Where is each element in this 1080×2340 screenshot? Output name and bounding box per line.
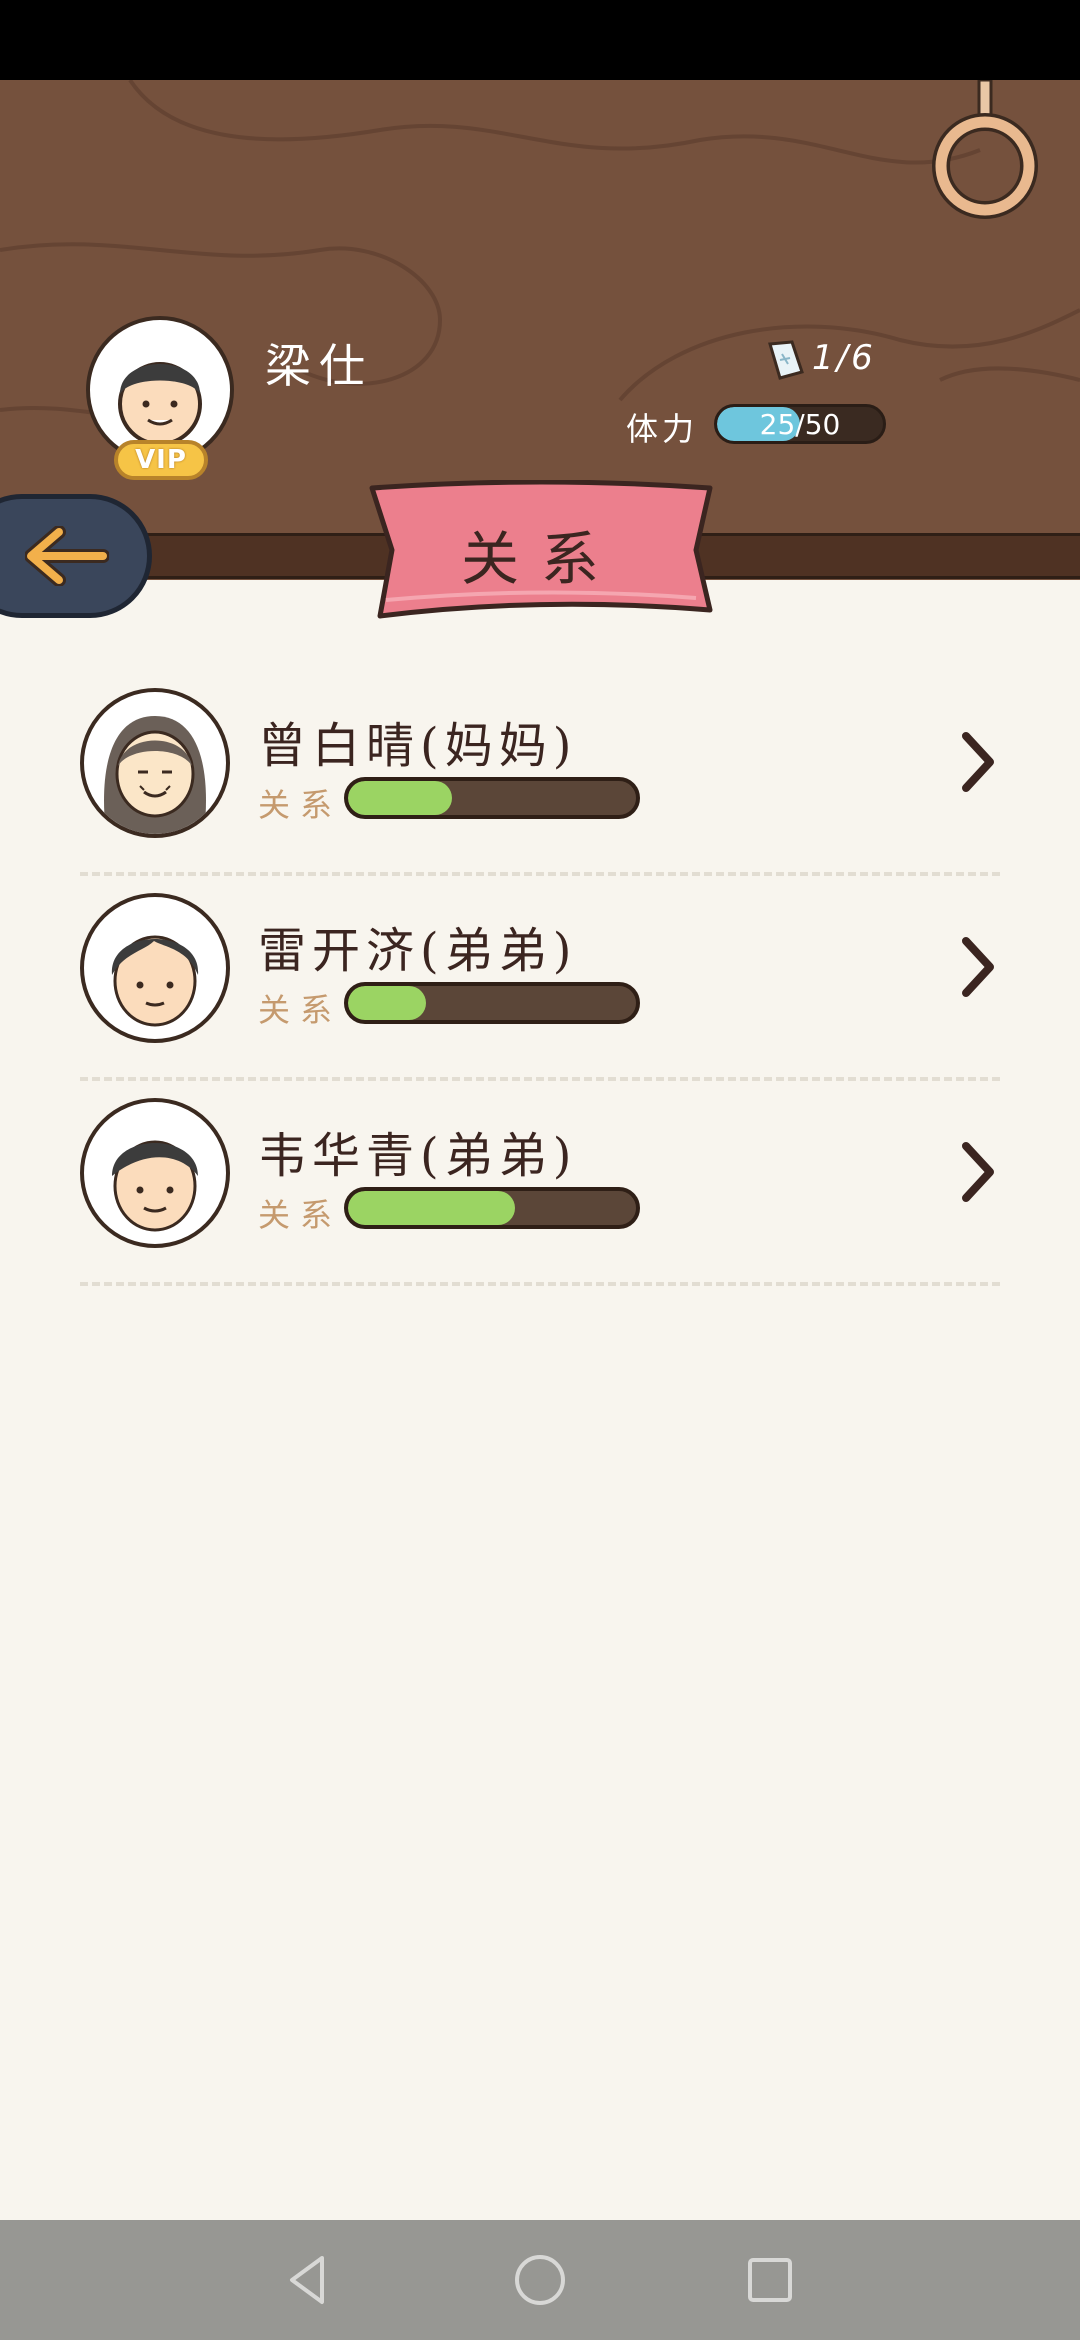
arrow-left-icon [25, 526, 109, 586]
relation-bar [344, 1187, 640, 1229]
chevron-right-icon[interactable] [960, 1140, 996, 1204]
avatar-mother [80, 688, 230, 838]
divider [80, 1282, 1000, 1286]
chevron-right-icon[interactable] [960, 730, 996, 794]
stamina-bar: 25/50 [714, 404, 886, 444]
nav-back-icon[interactable] [278, 2250, 338, 2310]
status-bar [0, 0, 1080, 80]
relation-label: 关系 [258, 1196, 343, 1234]
ticket-count: 1/6 [812, 338, 876, 378]
relation-name: 曾白晴(妈妈) [258, 718, 578, 774]
relation-fill [348, 1191, 516, 1225]
system-nav-bar [0, 2220, 1080, 2340]
relation-name: 雷开济(弟弟) [258, 923, 578, 979]
divider [80, 1077, 1000, 1081]
relation-label: 关系 [258, 991, 343, 1029]
player-name: 梁仕 [265, 339, 373, 393]
relation-row[interactable]: 雷开济(弟弟) 关系 [80, 885, 1000, 1090]
relation-row[interactable]: 韦华青(弟弟) 关系 [80, 1090, 1000, 1295]
back-button[interactable] [0, 494, 152, 618]
relation-bar [344, 982, 640, 1024]
avatar-brother [80, 893, 230, 1043]
nav-home-icon[interactable] [510, 2250, 570, 2310]
relation-row[interactable]: 曾白晴(妈妈) 关系 [80, 680, 1000, 885]
relation-list: 曾白晴(妈妈) 关系 雷开济(弟弟) 关系 韦华青(弟弟) 关系 [80, 680, 1000, 1295]
ticket-icon [768, 340, 804, 380]
relation-label: 关系 [258, 786, 343, 824]
relation-bar [344, 777, 640, 819]
divider [80, 872, 1000, 876]
nav-recents-icon[interactable] [740, 2250, 800, 2310]
relation-name: 韦华青(弟弟) [258, 1128, 578, 1184]
avatar-brother [80, 1098, 230, 1248]
page-title: 关系 [460, 525, 621, 593]
stamina-label: 体力 [626, 410, 699, 448]
chevron-right-icon[interactable] [960, 935, 996, 999]
stamina-value: 25/50 [759, 407, 841, 441]
hanging-ring-icon[interactable] [930, 80, 1040, 230]
relation-fill [348, 986, 426, 1020]
vip-badge: VIP [114, 440, 208, 480]
relation-fill [348, 781, 452, 815]
